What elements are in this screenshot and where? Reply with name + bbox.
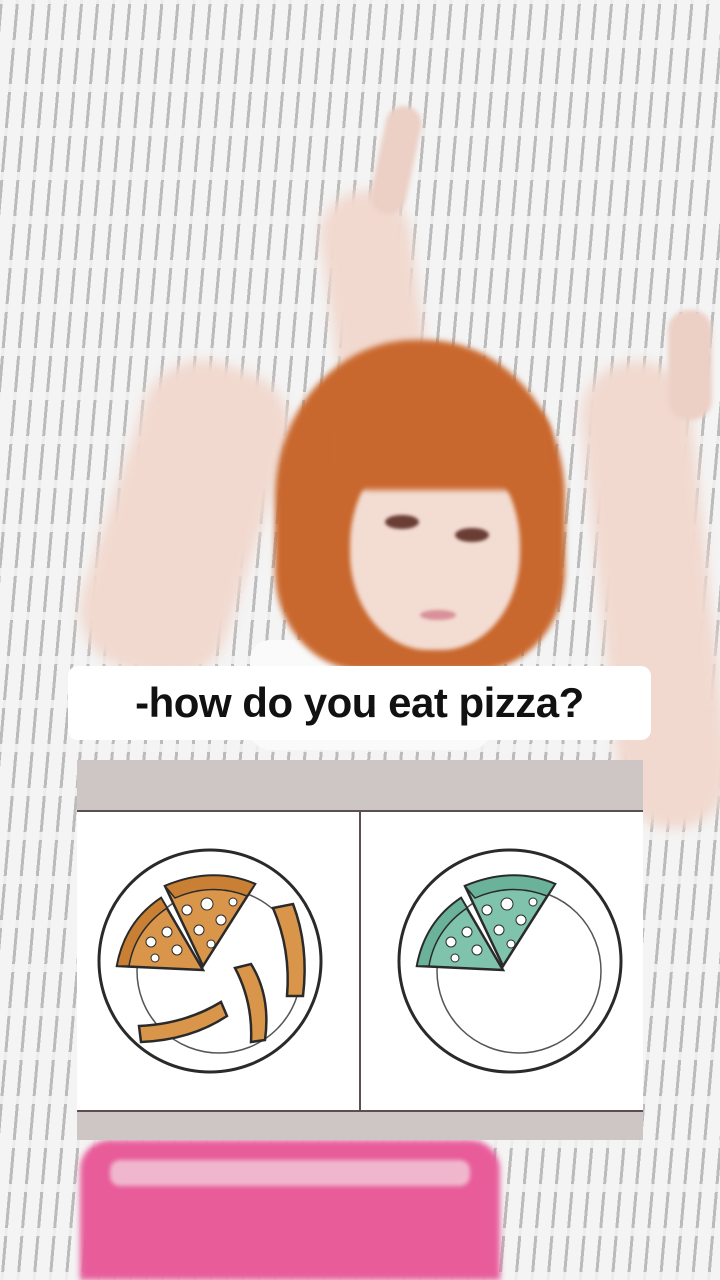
panel-bottom-bar: [77, 1110, 643, 1140]
question-caption: -how do you eat pizza?: [68, 666, 651, 740]
bangs: [330, 380, 550, 490]
eye-right: [455, 528, 489, 542]
pizza-plate-clean-icon: [397, 848, 623, 1074]
panel-divider: [359, 812, 361, 1112]
pizza-comparison-panel: [77, 760, 643, 1140]
lips: [420, 610, 456, 620]
eye-left: [385, 515, 419, 529]
right-finger: [668, 310, 712, 420]
left-finger: [366, 102, 426, 218]
pizza-plate-with-crusts-icon: [97, 848, 323, 1074]
belt: [110, 1160, 470, 1186]
question-text: -how do you eat pizza?: [135, 679, 584, 726]
panel-top-bar: [77, 760, 643, 812]
